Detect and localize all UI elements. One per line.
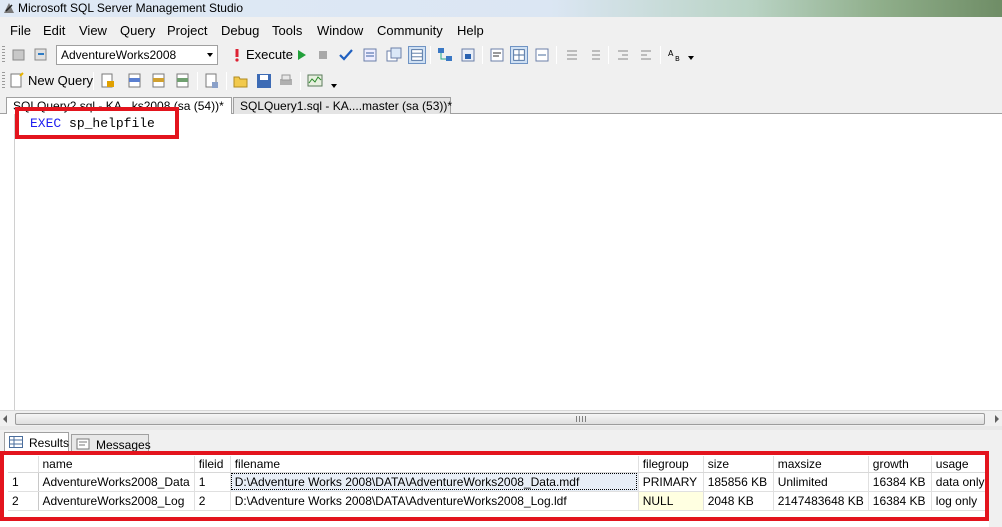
grid-vertical-scrollbar[interactable] bbox=[989, 452, 1002, 527]
svg-text:B: B bbox=[675, 55, 680, 63]
tab-results[interactable]: Results bbox=[4, 432, 69, 452]
database-name: AdventureWorks2008 bbox=[61, 48, 177, 62]
messages-icon bbox=[76, 438, 90, 450]
database-engine-query-icon[interactable] bbox=[99, 72, 117, 90]
toolbar-overflow-icon[interactable] bbox=[331, 84, 337, 88]
menu-project[interactable]: Project bbox=[167, 23, 207, 38]
estimated-plan-icon[interactable] bbox=[361, 46, 379, 64]
analysis-mdx-query-icon[interactable] bbox=[126, 72, 144, 90]
tab-messages[interactable]: Messages bbox=[71, 434, 151, 452]
toolbar-overflow-icon[interactable] bbox=[688, 56, 694, 60]
parse-check-icon[interactable] bbox=[337, 46, 355, 64]
toolbar-separator bbox=[93, 72, 94, 90]
svg-text:A: A bbox=[668, 49, 674, 58]
results-to-text-icon[interactable] bbox=[488, 46, 506, 64]
toolbar-separator bbox=[430, 46, 431, 64]
toolbar-separator bbox=[197, 72, 198, 90]
toolbar-grip[interactable] bbox=[2, 46, 5, 64]
menu-file[interactable]: File bbox=[10, 23, 31, 38]
scroll-right-icon[interactable] bbox=[995, 415, 999, 423]
scrollbar-thumb[interactable] bbox=[15, 413, 985, 425]
execute-button[interactable]: Execute bbox=[246, 47, 293, 62]
query-editor[interactable]: EXEC sp_helpfile bbox=[0, 114, 1002, 410]
save-icon[interactable] bbox=[255, 72, 273, 90]
tab-results-label: Results bbox=[29, 436, 70, 450]
database-selector[interactable]: AdventureWorks2008 bbox=[56, 45, 218, 65]
toolbar-separator bbox=[660, 46, 661, 64]
connect-icon[interactable] bbox=[10, 46, 28, 64]
tab-sqlquery1[interactable]: SQLQuery1.sql - KA....master (sa (53))* bbox=[233, 97, 452, 114]
debug-play-icon[interactable] bbox=[293, 46, 311, 64]
editor-gutter bbox=[0, 114, 15, 410]
scrollbar-grip-icon bbox=[576, 416, 586, 422]
title-bar: Microsoft SQL Server Management Studio bbox=[0, 0, 1002, 17]
cancel-stop-icon[interactable] bbox=[314, 46, 332, 64]
menu-tools[interactable]: Tools bbox=[272, 23, 302, 38]
toolbar-separator bbox=[608, 46, 609, 64]
toolbar-separator bbox=[556, 46, 557, 64]
menu-edit[interactable]: Edit bbox=[43, 23, 65, 38]
uncomment-icon[interactable] bbox=[586, 46, 604, 64]
activity-monitor-icon[interactable] bbox=[306, 72, 324, 90]
execute-icon[interactable] bbox=[228, 46, 246, 64]
menu-query[interactable]: Query bbox=[120, 23, 155, 38]
tab-messages-label: Messages bbox=[96, 438, 151, 452]
grid-icon bbox=[9, 436, 23, 448]
include-plan-icon[interactable] bbox=[436, 46, 454, 64]
standard-toolbar: New Query bbox=[0, 68, 1002, 94]
change-connection-icon[interactable] bbox=[32, 46, 50, 64]
highlight-box-results bbox=[0, 451, 989, 521]
increase-indent-icon[interactable] bbox=[637, 46, 655, 64]
menu-window[interactable]: Window bbox=[317, 23, 363, 38]
analysis-dmx-query-icon[interactable] bbox=[150, 72, 168, 90]
toolbar-separator bbox=[226, 72, 227, 90]
menu-bar: File Edit View Query Project Debug Tools… bbox=[0, 18, 1002, 42]
results-to-file-icon[interactable] bbox=[533, 46, 551, 64]
print-icon[interactable] bbox=[277, 72, 295, 90]
highlight-box-query bbox=[15, 107, 179, 139]
toolbar-grip[interactable] bbox=[2, 72, 5, 90]
comment-icon[interactable] bbox=[563, 46, 581, 64]
results-tab-strip: Results Messages bbox=[0, 430, 1002, 452]
new-query-icon[interactable] bbox=[8, 72, 26, 90]
xmla-query-icon[interactable] bbox=[174, 72, 192, 90]
toolbar-separator bbox=[300, 72, 301, 90]
chevron-down-icon bbox=[207, 53, 213, 57]
sql-compact-query-icon[interactable] bbox=[203, 72, 221, 90]
menu-community[interactable]: Community bbox=[377, 23, 443, 38]
client-statistics-icon[interactable] bbox=[459, 46, 477, 64]
window-title: Microsoft SQL Server Management Studio bbox=[18, 1, 243, 15]
specify-values-icon[interactable]: AB bbox=[666, 46, 684, 64]
query-designer-icon[interactable] bbox=[385, 46, 403, 64]
decrease-indent-icon[interactable] bbox=[614, 46, 632, 64]
sql-editor-toolbar: AdventureWorks2008 Execute AB bbox=[0, 42, 1002, 68]
ssms-app-icon[interactable] bbox=[3, 2, 15, 14]
editor-horizontal-scrollbar[interactable] bbox=[0, 410, 1002, 426]
results-grid-active-icon[interactable] bbox=[510, 46, 528, 64]
results-to-grid-icon[interactable] bbox=[408, 46, 426, 64]
menu-help[interactable]: Help bbox=[457, 23, 484, 38]
scroll-left-icon[interactable] bbox=[3, 415, 7, 423]
menu-view[interactable]: View bbox=[79, 23, 107, 38]
new-query-button[interactable]: New Query bbox=[28, 73, 93, 88]
toolbar-separator bbox=[482, 46, 483, 64]
open-folder-icon[interactable] bbox=[232, 72, 250, 90]
menu-debug[interactable]: Debug bbox=[221, 23, 259, 38]
